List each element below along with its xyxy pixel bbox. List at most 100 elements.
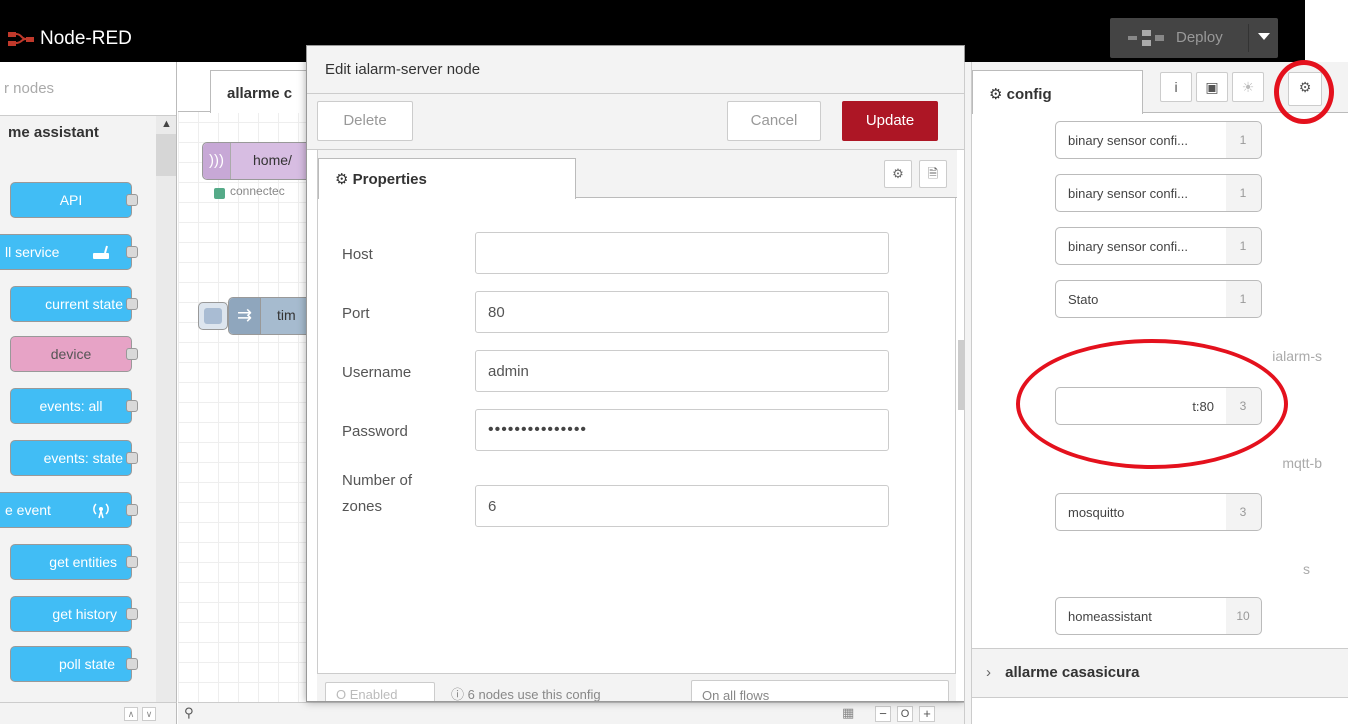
config-node-label: binary sensor confi... [1056, 122, 1226, 158]
config-node[interactable]: binary sensor confi... 1 [1055, 174, 1262, 212]
username-label: Username [342, 364, 412, 381]
collapse-all-button[interactable]: ∧ [124, 707, 138, 721]
palette-node-poll-state[interactable]: poll state [10, 646, 138, 682]
palette-node-events-all[interactable]: events: all [10, 388, 138, 424]
annotation-ellipse [1016, 339, 1288, 469]
palette-node-label: ll service [5, 244, 60, 260]
app-title: Node-RED [40, 28, 132, 49]
deploy-separator [1248, 24, 1249, 52]
scope-select[interactable]: On all flows [691, 680, 949, 701]
flow-section-header[interactable]: › allarme casasicura [972, 648, 1348, 698]
palette-node-device[interactable]: device [10, 336, 138, 372]
node-output-port [126, 504, 138, 516]
config-node-label: binary sensor confi... [1056, 228, 1226, 264]
zones-label-line2: zones [342, 498, 383, 515]
zoom-in-button[interactable]: + [919, 706, 935, 722]
cancel-button[interactable]: Cancel [727, 101, 821, 141]
host-label: Host [342, 246, 373, 263]
zones-input[interactable] [475, 485, 889, 527]
properties-tab-label: Properties [352, 171, 427, 188]
flow-section-label: allarme casasicura [1005, 664, 1140, 681]
dialog-content: ⚙ Properties ⚙ 🗎 Host Port Username Pass… [317, 150, 957, 701]
palette-node-label: events: all [39, 398, 103, 414]
node-status-text: connectec [230, 184, 285, 198]
password-input[interactable] [475, 409, 889, 451]
node-output-port [126, 298, 138, 310]
palette-node-get-history[interactable]: get history [10, 596, 138, 632]
annotation-circle [1274, 60, 1334, 124]
node-output-port [126, 400, 138, 412]
search-icon[interactable]: ⚲ [184, 705, 194, 721]
dialog-title-bar: Edit ialarm-server node [307, 46, 964, 94]
update-button[interactable]: Update [842, 101, 938, 141]
username-input[interactable] [475, 350, 889, 392]
tab-allarme[interactable]: allarme c [210, 70, 320, 113]
palette-node-api[interactable]: API [10, 182, 138, 218]
delete-button[interactable]: Delete [317, 101, 413, 141]
broadcast-icon [91, 493, 117, 527]
zoom-reset-button[interactable]: O [897, 706, 913, 722]
password-label: Password [342, 423, 408, 440]
config-node[interactable]: binary sensor confi... 1 [1055, 121, 1262, 159]
node-output-port [126, 348, 138, 360]
tab-properties[interactable]: ⚙ Properties [318, 158, 576, 199]
palette-node-label: device [50, 346, 92, 362]
description-doc-icon[interactable]: 🗎 [919, 160, 947, 188]
flow-node-label: home/ [253, 152, 292, 168]
gear-icon: ⚙ [989, 86, 1003, 103]
settings-gear-icon[interactable]: ⚙ [884, 160, 912, 188]
palette-category-header[interactable]: me assistant [0, 120, 150, 150]
info-icon[interactable]: i [1160, 72, 1192, 102]
chevron-right-icon: › [986, 664, 991, 681]
info-circle-icon: ⓘ [451, 687, 468, 702]
palette-node-get-entities[interactable]: get entities [10, 544, 138, 580]
config-node[interactable]: binary sensor confi... 1 [1055, 227, 1262, 265]
book-icon[interactable]: ▣ [1196, 72, 1228, 102]
node-red-logo-icon [8, 32, 34, 46]
gear-icon: ⚙ [335, 171, 349, 188]
node-output-port [126, 194, 138, 206]
inject-button[interactable] [198, 302, 228, 330]
config-group-server: s [1303, 561, 1310, 577]
node-output-port [126, 452, 138, 464]
zones-label-line1: Number of [342, 472, 413, 489]
palette-node-label: e event [5, 502, 51, 518]
palette-node-call-service[interactable]: ll service [0, 234, 138, 270]
deploy-icon [1128, 30, 1164, 46]
palette-node-fire-event[interactable]: e event [0, 492, 138, 528]
config-node-label: homeassistant [1056, 598, 1226, 634]
bug-icon[interactable]: ☀ [1232, 72, 1264, 102]
port-label: Port [342, 305, 370, 322]
palette-scroll-thumb[interactable] [156, 134, 176, 176]
inject-square-icon [204, 308, 222, 324]
deploy-caret-icon[interactable] [1258, 33, 1270, 40]
scroll-up-icon[interactable]: ▲ [161, 118, 172, 130]
flow-node-label: tim [277, 307, 296, 323]
port-input[interactable] [475, 291, 889, 333]
tab-config[interactable]: ⚙ config [972, 70, 1143, 114]
node-output-port [126, 608, 138, 620]
palette-node-events-state[interactable]: events: state [10, 440, 138, 476]
palette-filter-input[interactable]: r nodes [0, 62, 176, 116]
config-node-count: 1 [1239, 292, 1247, 306]
sidebar-resize-handle[interactable] [958, 340, 964, 410]
properties-tab-bar: ⚙ Properties ⚙ 🗎 [318, 150, 957, 199]
deploy-button[interactable]: Deploy [1110, 18, 1278, 58]
host-input[interactable] [475, 232, 889, 274]
zoom-out-button[interactable]: − [875, 706, 891, 722]
config-node-mqtt-broker[interactable]: mosquitto 3 [1055, 493, 1262, 531]
palette-scrollbar[interactable]: ▲ ⌄ [156, 116, 176, 702]
map-icon[interactable]: ▦ [842, 705, 854, 721]
sidebar-separator[interactable] [964, 62, 972, 724]
dialog-title: Edit ialarm-server node [325, 61, 481, 78]
enabled-toggle-button[interactable]: O Enabled [325, 682, 435, 701]
palette-node-label: poll state [58, 656, 115, 672]
config-node[interactable]: Stato 1 [1055, 280, 1262, 318]
palette-footer: ∧ ∨ [0, 702, 177, 724]
config-node-label: mosquitto [1056, 494, 1226, 530]
palette-node-current-state[interactable]: current state [10, 286, 138, 322]
config-node-homeassistant[interactable]: homeassistant 10 [1055, 597, 1262, 635]
palette-node-label: current state [45, 296, 123, 312]
edit-node-dialog: Edit ialarm-server node Delete Cancel Up… [306, 45, 965, 702]
expand-all-button[interactable]: ∨ [142, 707, 156, 721]
